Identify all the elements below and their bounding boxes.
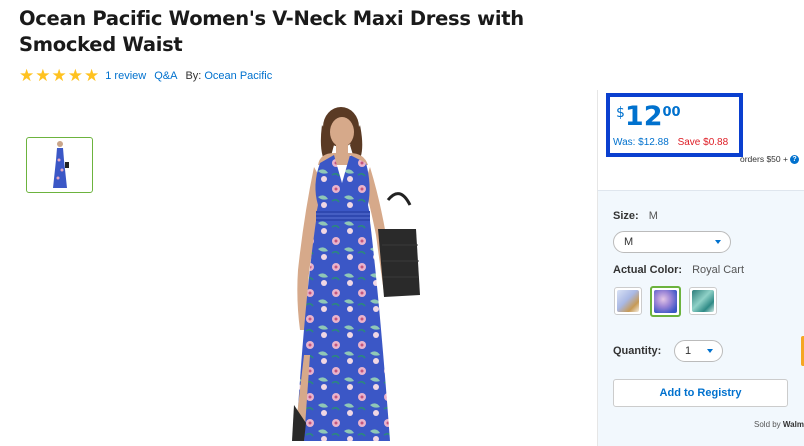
size-label: Size: bbox=[613, 210, 639, 222]
star-icon: ★ bbox=[51, 66, 67, 85]
color-label-row: Actual Color: Royal Cart bbox=[613, 264, 744, 276]
dress-model-image bbox=[292, 107, 420, 441]
star-icon: ★ bbox=[67, 66, 83, 85]
price-highlight-box: $ 12 00 Was: $12.88 Save $0.88 bbox=[606, 93, 743, 157]
size-select-value: M bbox=[624, 236, 634, 248]
swatch-image bbox=[654, 290, 677, 313]
color-swatch-royal-cart[interactable] bbox=[650, 286, 681, 317]
size-label-row: Size: M bbox=[613, 210, 658, 222]
star-icon: ★ bbox=[19, 66, 35, 85]
add-to-registry-button[interactable]: Add to Registry bbox=[613, 379, 788, 407]
seller-name[interactable]: Walm bbox=[783, 420, 804, 429]
brand-by-label: By: bbox=[185, 70, 202, 82]
info-icon[interactable]: ? bbox=[789, 154, 799, 164]
product-meta-row: ★ ★ ★ ★ ★ 1 review Q&A By: Ocean Pacific bbox=[19, 66, 280, 85]
size-selected-value: M bbox=[648, 210, 658, 222]
star-icon: ★ bbox=[35, 66, 51, 85]
star-icon: ★ bbox=[84, 66, 100, 85]
qa-link[interactable]: Q&A bbox=[154, 70, 177, 82]
color-selected-value: Royal Cart bbox=[692, 264, 745, 276]
swatch-image bbox=[692, 290, 714, 312]
brand-link[interactable]: Ocean Pacific bbox=[204, 70, 272, 82]
product-thumbnail[interactable] bbox=[26, 137, 93, 193]
quantity-label: Quantity: bbox=[613, 345, 662, 357]
options-section bbox=[597, 190, 804, 446]
savings-amount: Save $0.88 bbox=[677, 137, 729, 148]
thumbnail-dress-image bbox=[52, 141, 69, 188]
was-price: Was: $12.88 bbox=[613, 137, 669, 148]
price-cents: 00 bbox=[662, 105, 681, 120]
shipping-text: orders $50 + bbox=[740, 154, 788, 164]
main-product-image[interactable] bbox=[200, 105, 500, 446]
color-label: Actual Color: bbox=[613, 264, 683, 276]
sold-by: Sold by Walm bbox=[754, 420, 804, 429]
chevron-down-icon bbox=[707, 349, 713, 353]
review-count-link[interactable]: 1 review bbox=[105, 70, 146, 82]
shipping-note: orders $50 + ? bbox=[740, 154, 799, 164]
swatch-image bbox=[617, 290, 639, 312]
size-select[interactable]: M bbox=[613, 231, 731, 253]
current-price: $ 12 00 bbox=[616, 103, 681, 131]
price-dollars: 12 bbox=[624, 101, 663, 132]
quantity-value: 1 bbox=[685, 345, 692, 357]
sold-by-label: Sold by bbox=[754, 420, 781, 429]
rating-stars[interactable]: ★ ★ ★ ★ ★ bbox=[19, 66, 100, 85]
price-comparison: Was: $12.88 Save $0.88 bbox=[613, 137, 728, 148]
price-currency: $ bbox=[616, 105, 625, 121]
color-swatch-3[interactable] bbox=[689, 287, 717, 315]
chevron-down-icon bbox=[715, 240, 721, 244]
quantity-select[interactable]: 1 bbox=[674, 340, 723, 362]
product-title: Ocean Pacific Women's V-Neck Maxi Dress … bbox=[19, 7, 524, 56]
color-swatch-1[interactable] bbox=[614, 287, 642, 315]
